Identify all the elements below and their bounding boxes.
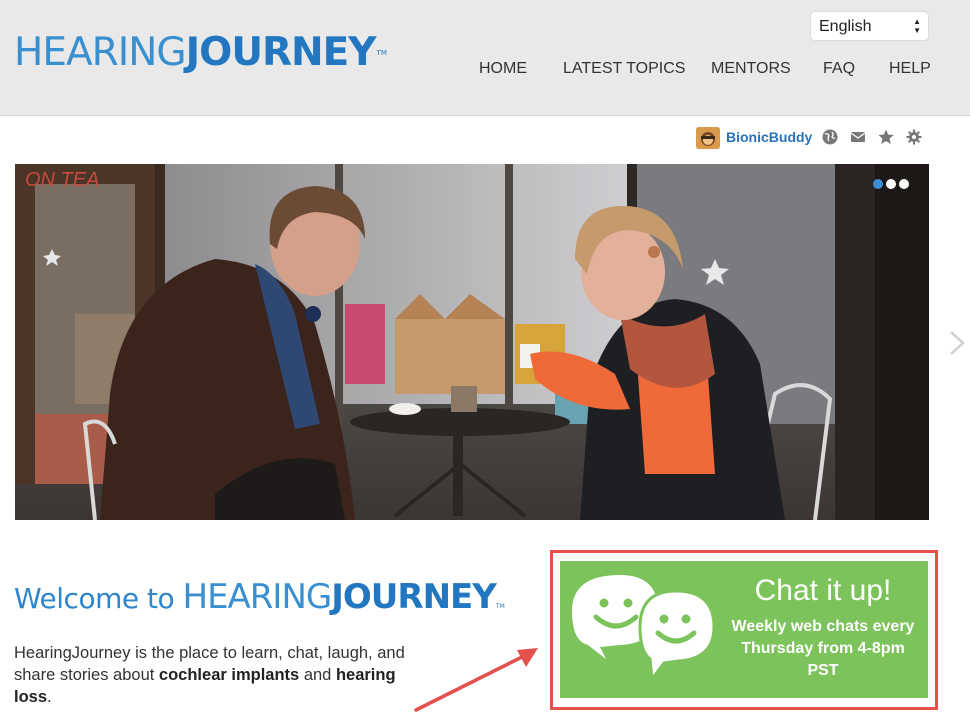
welcome-trademark: TM [495,603,505,610]
hero-sign-text: ON TEA [25,169,99,191]
intro-paragraph: HearingJourney is the place to learn, ch… [14,642,414,708]
language-select[interactable]: English ▲ ▼ [810,11,929,41]
nav-home[interactable]: HOME [479,60,527,80]
nav-faq[interactable]: FAQ [823,60,855,80]
avatar[interactable] [696,127,720,149]
gear-icon[interactable] [905,128,923,146]
intro-bold-cochlear: cochlear implants [158,666,300,684]
chat-title: Chat it up! [754,574,892,607]
username-link[interactable]: BionicBuddy [726,129,812,145]
language-selected-value: English [819,18,872,35]
nav-help[interactable]: HELP [889,60,931,80]
intro-text-3: . [47,688,52,706]
star-icon[interactable] [877,128,895,146]
logo-text-bold: JOURNEY [185,30,377,75]
intro-text-2: and [299,666,336,684]
site-logo[interactable]: HEARINGJOURNEYTM [14,33,387,73]
carousel-dot-1[interactable] [873,179,883,189]
globe-icon[interactable] [821,128,839,146]
chat-bubbles-icon [572,575,716,683]
select-arrows-icon: ▲ ▼ [913,17,921,35]
hero-photo: ON TEA [15,164,929,520]
hero-carousel[interactable]: ON TEA [15,164,929,520]
chat-schedule: Weekly web chats every Thursday from 4-8… [728,616,918,682]
carousel-indicators [873,179,909,189]
nav-mentors[interactable]: MENTORS [711,60,791,80]
nav-latest-topics[interactable]: LATEST TOPICS [563,60,685,80]
welcome-heading: Welcome to HEARINGJOURNEYTM [14,577,505,617]
welcome-brand-bold: JOURNEY [331,577,497,617]
welcome-brand-thin: HEARING [182,577,333,617]
logo-trademark: TM [376,49,387,57]
welcome-prefix: Welcome to [14,582,183,615]
carousel-dot-3[interactable] [899,179,909,189]
logo-text-thin: HEARING [14,30,187,75]
mail-icon[interactable] [849,128,867,146]
chat-line-2: Thursday from 4-8pm [741,640,905,657]
chat-line-3: PST [807,662,839,679]
carousel-next-icon[interactable] [948,330,966,356]
carousel-dot-2[interactable] [886,179,896,189]
annotation-arrow [414,648,538,712]
chat-line-1: Weekly web chats every [731,618,915,635]
